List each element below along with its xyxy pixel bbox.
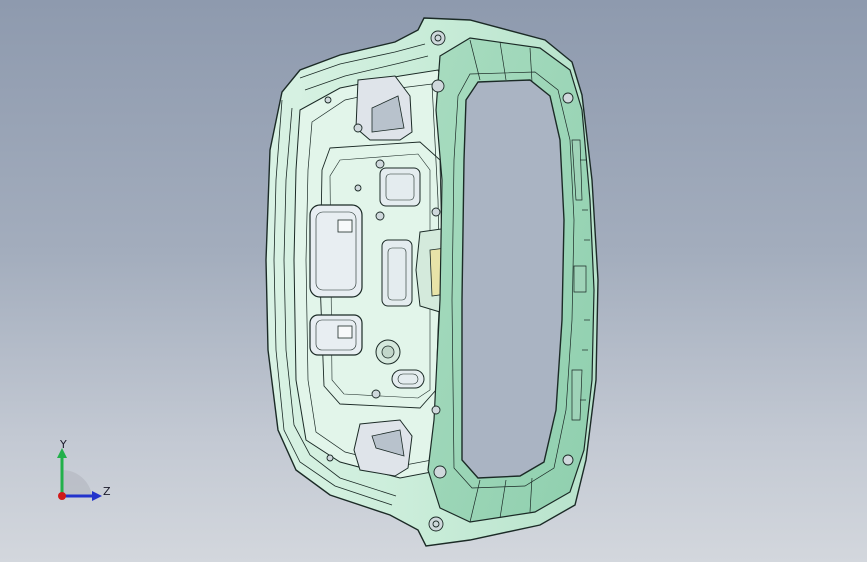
y-axis-label: Y [60,438,67,451]
lower-left-opening [309,314,363,356]
coordinate-triad: Y Z [48,438,118,510]
lower-slot [391,369,425,389]
graphics-viewport[interactable]: Y Z [0,0,867,562]
center-channel [381,239,413,307]
origin-dot [58,492,66,500]
tailgate-inner-panel-model[interactable] [0,0,867,562]
z-axis-label: Z [103,485,111,498]
triad-graphic [57,448,102,501]
upper-left-opening [309,204,363,298]
window-opening [461,79,565,479]
z-axis-arrow [92,491,102,501]
